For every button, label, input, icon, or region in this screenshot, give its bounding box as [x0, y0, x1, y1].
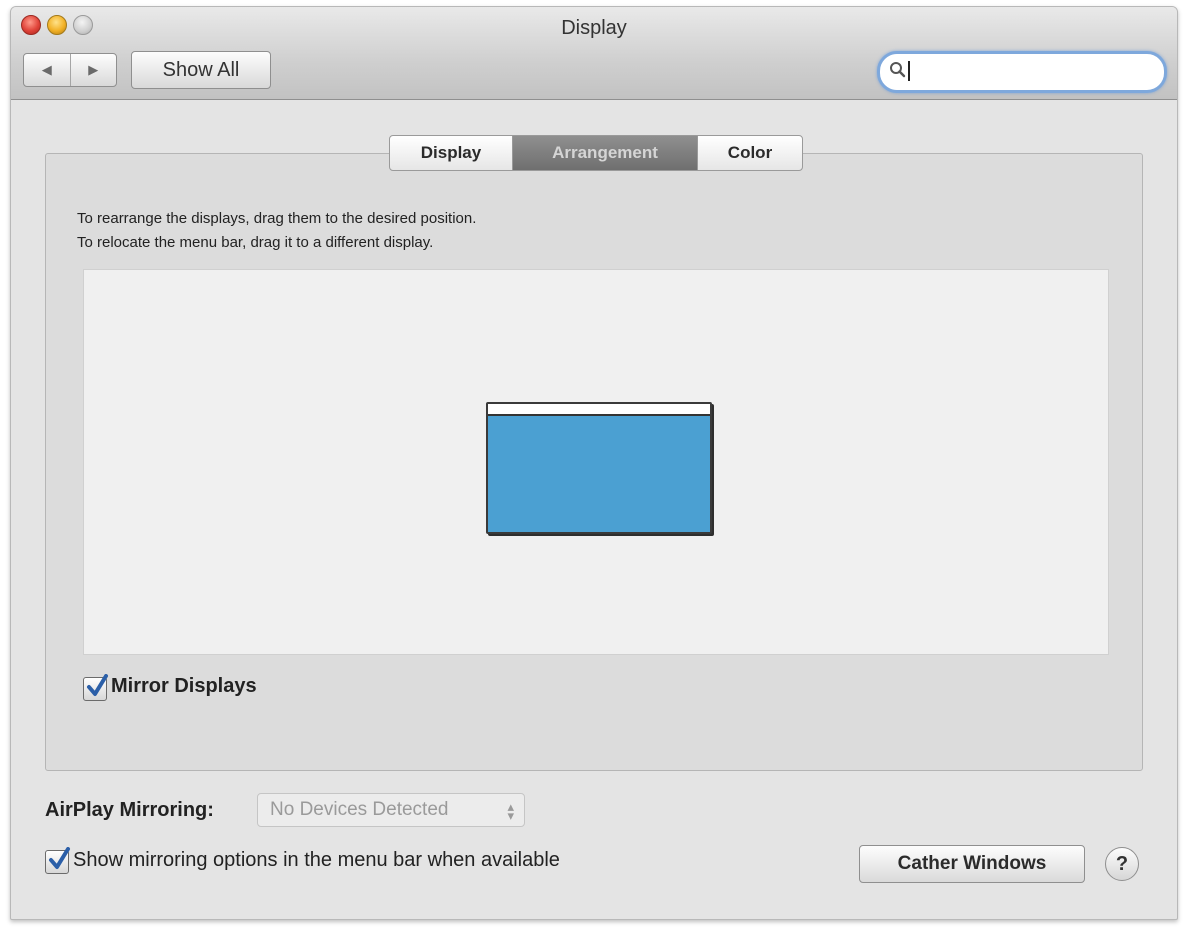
- show-mirroring-options-label[interactable]: Show mirroring options in the menu bar w…: [73, 849, 560, 872]
- gather-windows-button[interactable]: Cather Windows: [859, 845, 1085, 883]
- show-all-button[interactable]: Show All: [131, 51, 271, 89]
- menu-bar-indicator[interactable]: [488, 404, 710, 416]
- updown-chevron-icon: ▴ ▾: [507, 799, 514, 823]
- show-mirroring-options-checkbox[interactable]: [45, 847, 70, 874]
- checkmark-icon: [49, 847, 70, 869]
- tab-arrangement[interactable]: Arrangement: [512, 136, 697, 170]
- toolbar: Display ◀ ▶ Show All: [11, 7, 1177, 100]
- window-title: Display: [561, 17, 627, 39]
- display-preferences-window: Display ◀ ▶ Show All Display Arrangement…: [10, 6, 1178, 920]
- mirror-displays-checkbox[interactable]: [83, 674, 108, 701]
- display-thumbnail[interactable]: [486, 402, 712, 534]
- search-icon: [890, 62, 906, 78]
- checkmark-icon: [87, 674, 108, 696]
- airplay-selected-value: No Devices Detected: [270, 799, 449, 820]
- tab-color[interactable]: Color: [697, 136, 802, 170]
- forward-button[interactable]: ▶: [69, 54, 117, 86]
- back-button[interactable]: ◀: [24, 54, 70, 86]
- mirror-displays-label[interactable]: Mirror Displays: [111, 675, 257, 698]
- instruction-menu-bar: To relocate the menu bar, drag it to a d…: [77, 234, 434, 251]
- text-cursor: [908, 61, 910, 81]
- back-forward-control: ◀ ▶: [23, 53, 117, 87]
- help-icon[interactable]: ?: [1105, 847, 1139, 881]
- display-arrangement-area: [83, 269, 1109, 655]
- instruction-rearrange: To rearrange the displays, drag them to …: [77, 210, 477, 227]
- airplay-mirroring-label: AirPlay Mirroring:: [45, 799, 214, 821]
- airplay-device-popup: No Devices Detected ▴ ▾: [257, 793, 525, 827]
- search-field[interactable]: [877, 51, 1167, 93]
- tab-bar: Display Arrangement Color: [389, 135, 803, 171]
- tab-display[interactable]: Display: [390, 136, 512, 170]
